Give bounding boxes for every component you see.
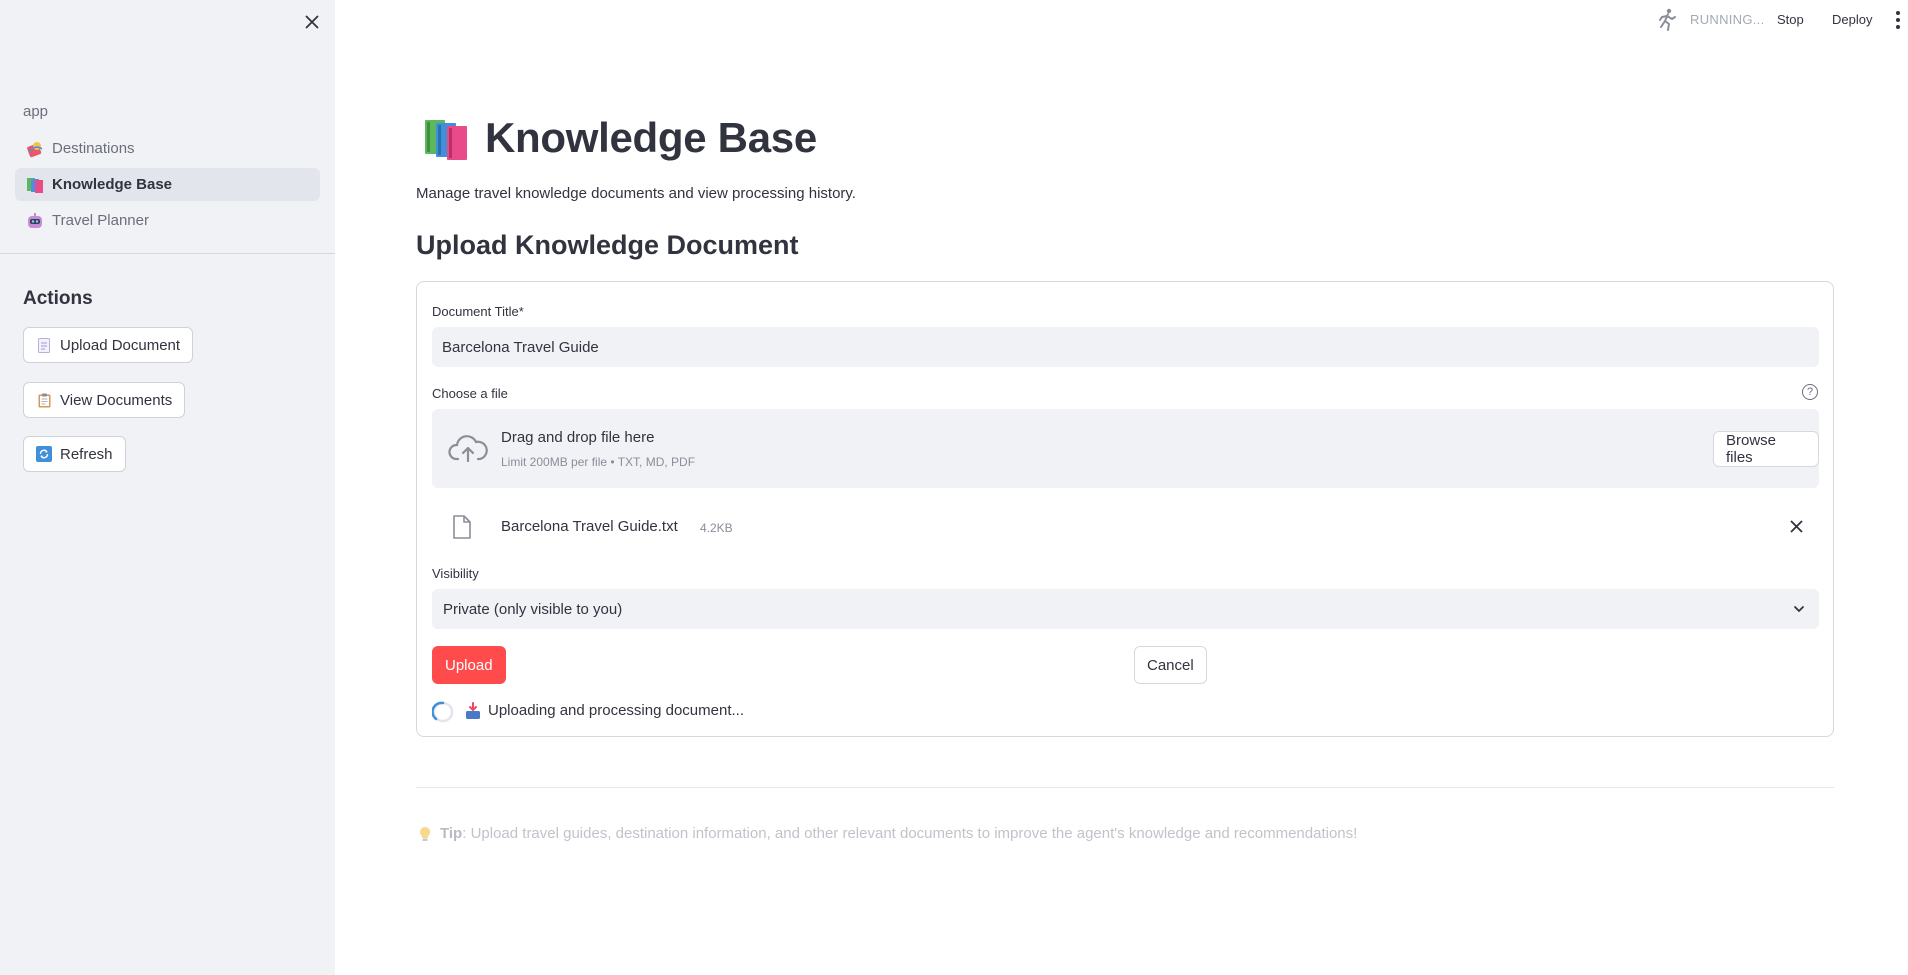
main-menu-icon[interactable] [1892,9,1904,31]
file-icon [452,515,472,539]
tip-body: : Upload travel guides, destination info… [462,825,1358,842]
visibility-select[interactable]: Private (only visible to you) [432,589,1819,629]
sidebar-divider [0,253,335,254]
page-header: Knowledge Base [423,114,817,162]
upload-document-label: Upload Document [60,336,181,354]
tip-text: Tip: Upload travel guides, destination i… [418,825,1357,842]
sidebar-nav: Destinations Knowledge Base Travel Plann… [15,132,320,240]
sidebar-item-label: Knowledge Base [52,176,173,193]
sidebar-item-knowledge-base[interactable]: Knowledge Base [15,168,320,201]
browse-files-button[interactable]: Browse files [1713,431,1819,467]
remove-file-icon[interactable] [1784,514,1808,538]
page-icon [36,337,52,353]
sidebar-item-label: Destinations [52,140,135,157]
cloud-upload-icon [448,433,488,465]
section-title: Upload Knowledge Document [416,230,799,260]
tip-label: Tip [440,825,463,842]
upload-button[interactable]: Upload [432,646,506,684]
passport-icon [25,139,45,159]
close-sidebar-icon[interactable] [300,10,324,34]
upload-document-button[interactable]: Upload Document [23,327,194,363]
running-man-icon [1656,8,1678,32]
stop-button[interactable]: Stop [1777,12,1804,27]
view-documents-label: View Documents [60,391,173,409]
arrows-cycle-icon [36,446,52,462]
cancel-button[interactable]: Cancel [1134,646,1207,684]
deploy-button[interactable]: Deploy [1832,12,1872,27]
books-icon [25,175,45,195]
actions-heading: Actions [23,288,93,309]
document-title-input[interactable]: Barcelona Travel Guide [432,327,1819,367]
uploaded-file-row: Barcelona Travel Guide.txt 4.2KB [432,502,1819,552]
dropzone-limits: Limit 200MB per file • TXT, MD, PDF [501,455,696,469]
app-nav-label: app [23,103,49,120]
sidebar: app Destinations Knowledge Base Travel P… [0,0,335,975]
refresh-label: Refresh [60,445,113,463]
lightbulb-icon [418,826,432,842]
sidebar-item-destinations[interactable]: Destinations [15,132,320,165]
processing-status: Uploading and processing document... [488,702,744,719]
help-icon[interactable]: ? [1802,384,1818,400]
sidebar-item-label: Travel Planner [52,212,149,229]
sidebar-item-travel-planner[interactable]: Travel Planner [15,204,320,237]
dropzone-instructions: Drag and drop file here [501,429,655,446]
page-title: Knowledge Base [485,114,817,161]
loading-spinner-icon [431,701,454,723]
books-icon [423,114,471,162]
clipboard-icon [36,392,52,408]
running-status: RUNNING... [1690,12,1765,27]
document-title-label: Document Title* [432,304,524,319]
visibility-label: Visibility [432,566,479,581]
robot-icon [25,211,45,231]
inbox-tray-icon [465,702,481,720]
divider [416,787,1834,788]
refresh-button[interactable]: Refresh [23,436,126,472]
file-dropzone[interactable]: Drag and drop file here Limit 200MB per … [432,409,1819,488]
uploaded-file-size: 4.2KB [700,521,733,535]
uploaded-file-name: Barcelona Travel Guide.txt [501,518,678,535]
choose-file-label: Choose a file [432,386,508,401]
visibility-selected-value: Private (only visible to you) [443,600,623,618]
view-documents-button[interactable]: View Documents [23,382,186,418]
upload-form: Document Title* Barcelona Travel Guide C… [416,281,1834,737]
page-subtitle: Manage travel knowledge documents and vi… [416,185,856,202]
chevron-down-icon [1793,602,1805,614]
